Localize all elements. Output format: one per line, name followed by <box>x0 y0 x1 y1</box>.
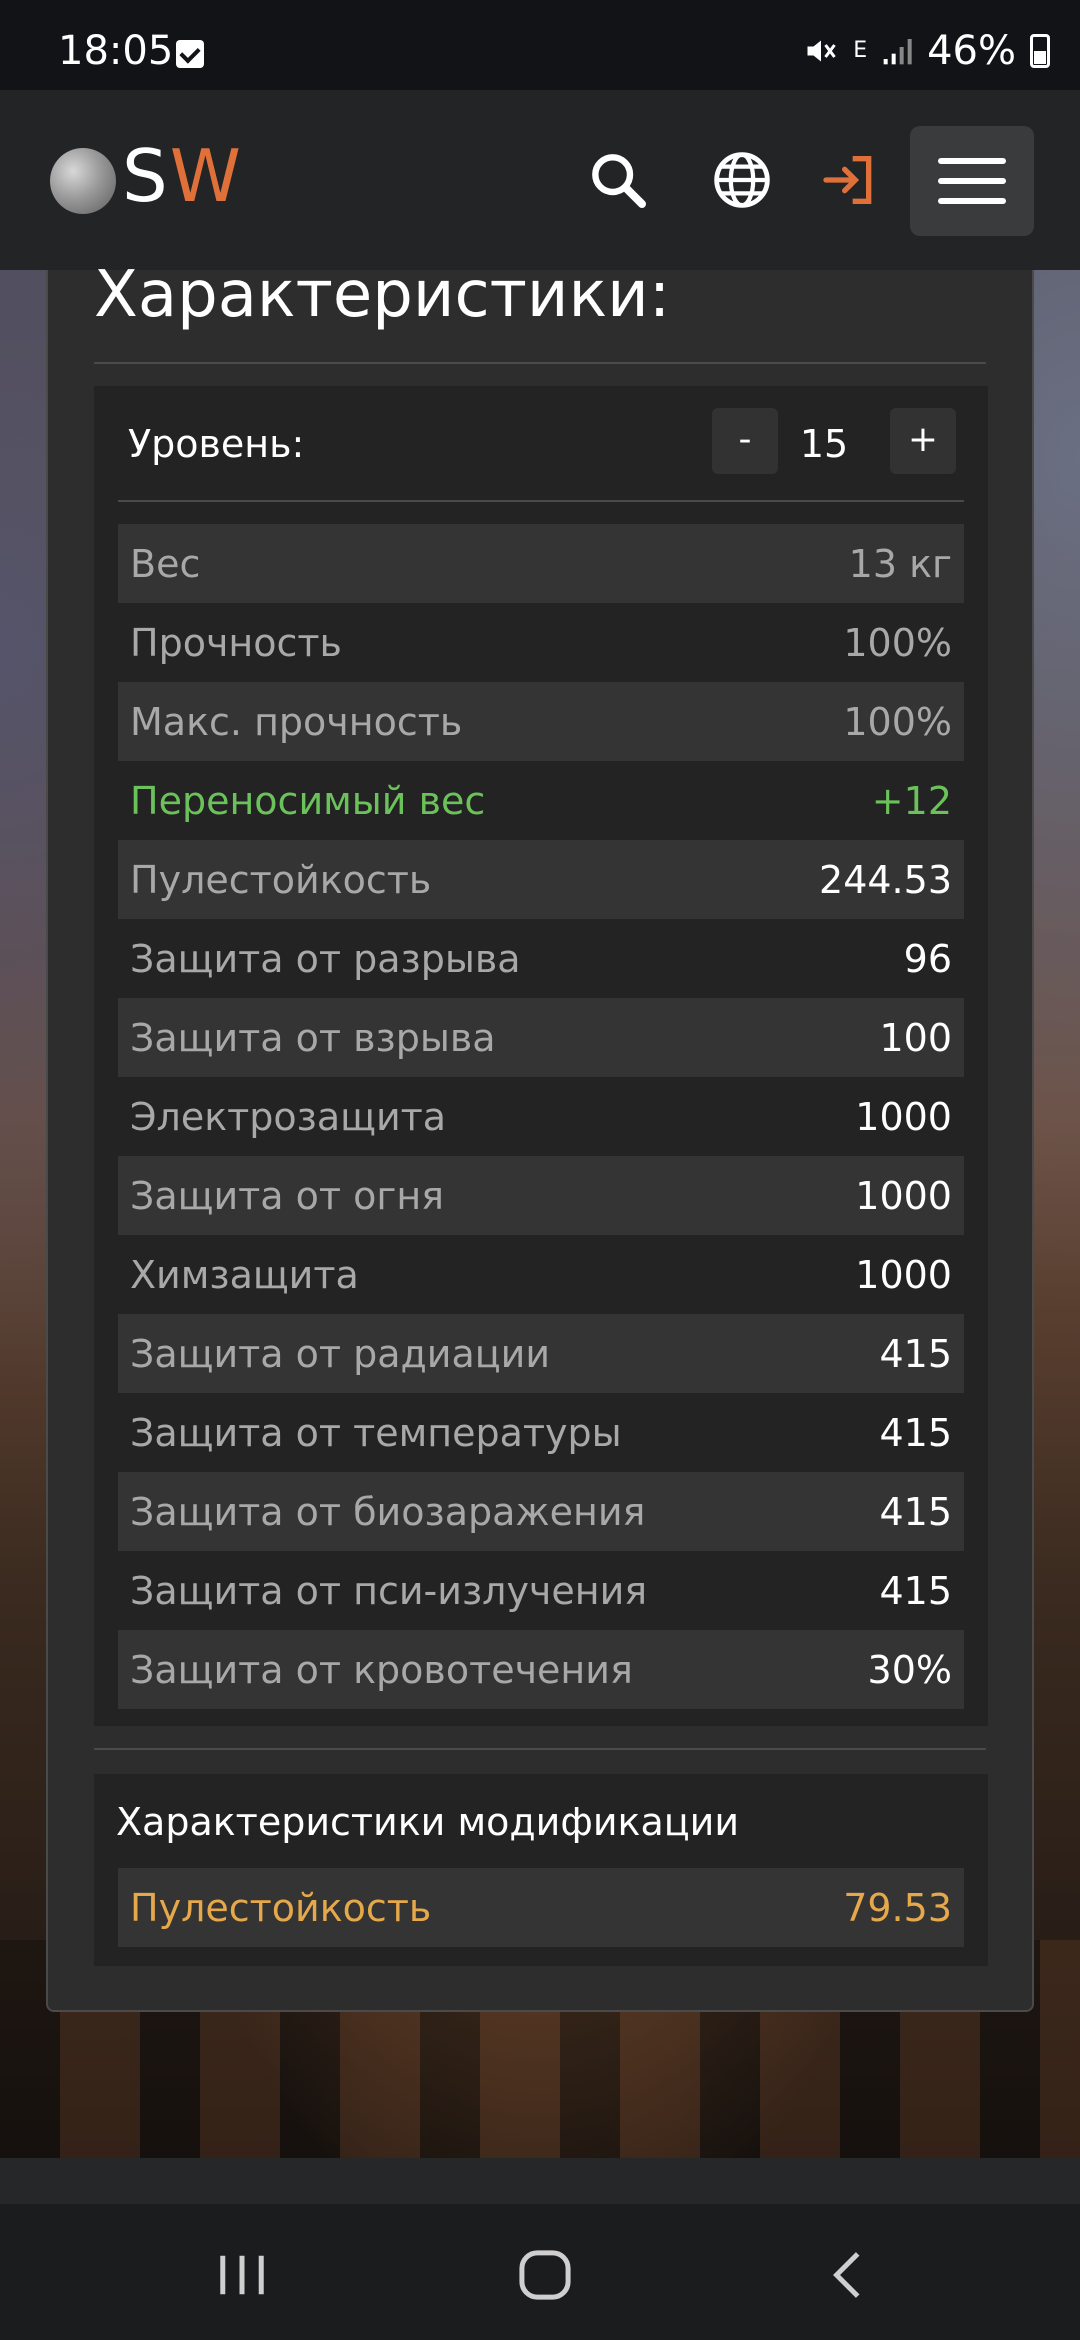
site-header: SW <box>0 90 1080 272</box>
stat-row-radiation-protection: Защита от радиации 415 <box>118 1314 964 1393</box>
stat-row-weight: Вес 13 кг <box>118 524 964 603</box>
battery-icon <box>1030 34 1050 68</box>
back-icon[interactable] <box>820 2250 880 2300</box>
stat-row-durability: Прочность 100% <box>130 620 952 665</box>
modification-stat-label: Пулестойкость <box>130 1885 432 1930</box>
page-title: Характеристики: <box>94 258 671 332</box>
level-increment-button[interactable]: + <box>890 408 956 474</box>
modification-stat-value: 79.53 <box>843 1885 952 1930</box>
modification-title: Характеристики модификации <box>116 1800 740 1844</box>
stat-row-carry-weight: Переносимый вес +12 <box>130 778 952 823</box>
logo-text[interactable]: SW <box>122 134 243 218</box>
hamburger-icon <box>938 158 1006 164</box>
divider <box>94 1748 986 1750</box>
logo-globe-icon[interactable] <box>50 148 116 214</box>
checkbox-notification-icon <box>176 40 204 68</box>
signal-icon <box>883 39 912 65</box>
stat-row-max-durability: Макс. прочность 100% <box>118 682 964 761</box>
status-bar: 18:05 E 46% <box>0 0 1080 90</box>
stat-row-explosion-protection: Защита от взрыва 100 <box>118 998 964 1077</box>
level-label: Уровень: <box>128 422 305 466</box>
stat-row-bio-protection: Защита от биозаражения 415 <box>118 1472 964 1551</box>
stat-row-chemical-protection: Химзащита 1000 <box>130 1252 952 1297</box>
level-decrement-button[interactable]: - <box>712 408 778 474</box>
characteristics-card: Характеристики: Уровень: - 15 + Вес 13 к… <box>46 258 1034 2012</box>
stat-row-rupture-protection: Защита от разрыва 96 <box>130 936 952 981</box>
home-icon[interactable] <box>515 2250 575 2300</box>
battery-percent: 46% <box>927 28 1016 74</box>
menu-button[interactable] <box>910 126 1034 236</box>
modification-stat-row: Пулестойкость 79.53 <box>118 1868 964 1947</box>
status-indicators: E 46% <box>803 28 1050 74</box>
globe-icon[interactable] <box>710 148 774 212</box>
modification-panel: Характеристики модификации Пулестойкость… <box>94 1774 988 1966</box>
stat-row-fire-protection: Защита от огня 1000 <box>118 1156 964 1235</box>
recent-apps-icon[interactable] <box>212 2250 272 2300</box>
system-navigation-bar <box>0 2204 1080 2340</box>
divider <box>118 500 964 502</box>
stats-panel: Уровень: - 15 + Вес 13 кг Прочность 100%… <box>94 386 988 1726</box>
login-icon[interactable] <box>818 148 882 212</box>
mute-icon <box>807 40 836 62</box>
search-icon[interactable] <box>586 148 650 212</box>
level-value: 15 <box>799 422 849 466</box>
status-time: 18:05 <box>58 28 174 74</box>
stat-row-temperature-protection: Защита от температуры 415 <box>130 1410 952 1455</box>
network-type: E <box>853 38 868 63</box>
stat-row-electro-protection: Электрозащита 1000 <box>130 1094 952 1139</box>
stat-list: Вес 13 кг Прочность 100% Макс. прочность… <box>118 524 964 1709</box>
stat-row-bullet-resistance: Пулестойкость 244.53 <box>118 840 964 919</box>
stat-row-psi-protection: Защита от пси-излучения 415 <box>130 1568 952 1613</box>
stat-row-bleeding-protection: Защита от кровотечения 30% <box>118 1630 964 1709</box>
divider <box>94 362 986 364</box>
page-footer <box>0 2158 1080 2204</box>
